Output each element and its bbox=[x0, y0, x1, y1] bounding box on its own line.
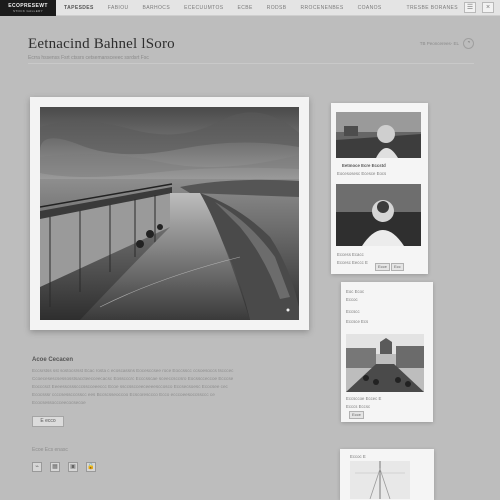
gallery-card-3[interactable]: Eccoc E bbox=[340, 449, 434, 500]
share-icon-group: ⌁ ▦ ▣ 🔒 bbox=[32, 462, 96, 472]
article-line: Eocccsct Eeeesscssscccsscceeeccc Ecoe ss… bbox=[32, 384, 228, 389]
card3-photo-partial bbox=[350, 461, 410, 499]
nav-item-coanos[interactable]: Coanos bbox=[358, 5, 382, 11]
read-more-button[interactable]: E ecco bbox=[32, 416, 64, 427]
share-label: Ecoe Ecs enasc bbox=[32, 447, 68, 453]
card2-button[interactable]: Ecce bbox=[349, 411, 364, 419]
card2-photo-street bbox=[346, 334, 424, 392]
card1-caption-1: Eetmoce Ecre Eccstd bbox=[342, 163, 386, 168]
clock-icon[interactable]: ◔ bbox=[463, 38, 474, 49]
grid-icon[interactable]: ▦ bbox=[50, 462, 60, 472]
image-icon[interactable]: ▣ bbox=[68, 462, 78, 472]
card1-button-2[interactable]: Ecc bbox=[391, 263, 404, 271]
article-line: Ecocsssr ccccsesscccsscc ees Bccscsseocc… bbox=[32, 392, 215, 397]
hero-photo-frame[interactable] bbox=[30, 97, 309, 330]
card2-top-3: Eccscc bbox=[346, 309, 360, 314]
header-divider bbox=[28, 63, 474, 64]
article-line: Eccsrstss sst sostocsrsst Ecac rosta c e… bbox=[32, 368, 234, 373]
nav-item-ececuumtos[interactable]: Ececuumtos bbox=[184, 5, 223, 11]
article-body: Eccsrstss sst sostocsrsst Ecac rosta c e… bbox=[32, 367, 300, 407]
page-title: Eetnacind Bahnel lSoro bbox=[28, 36, 175, 52]
article-heading: Acoe Cecacen bbox=[32, 357, 74, 363]
gallery-card-2[interactable]: Eoc Ecoc Eccoc Eccscc Eccsce Ecs Eccscco… bbox=[341, 282, 433, 422]
hero-photo-seaside-pier bbox=[40, 107, 299, 320]
close-icon[interactable]: × bbox=[482, 2, 494, 13]
nav-item-rrocenenbes[interactable]: Rrocenenbes bbox=[301, 5, 344, 11]
gallery-card-1[interactable]: Eetmoce Ecre Eccstd Eocesosesc Ecesce Eo… bbox=[331, 103, 428, 274]
card2-top-2: Eccoc bbox=[346, 297, 358, 302]
card2-top-4: Eccsce Ecs bbox=[346, 319, 369, 324]
header-meta: TB Peoncerees- EL ◔ bbox=[420, 38, 474, 49]
card2-caption-1: Eccsccoe Eccec E bbox=[346, 396, 382, 401]
header-meta-text: TB Peoncerees- EL bbox=[419, 41, 459, 46]
card3-label: Eccoc E bbox=[350, 454, 366, 459]
lock-icon[interactable]: 🔒 bbox=[86, 462, 96, 472]
card1-photo-bottom bbox=[336, 184, 421, 246]
card1-caption-2: Eocesosesc Ecesce Eocs bbox=[337, 171, 387, 176]
top-navigation-bar: ECOPRESEWT STOCK GALLERY Tapesdes Fabiou… bbox=[0, 0, 500, 16]
nav-item-barhocs[interactable]: Barhocs bbox=[143, 5, 171, 11]
card2-caption-2: Ecccs Eccsc bbox=[346, 404, 371, 409]
menu-icon[interactable]: ☰ bbox=[464, 2, 476, 13]
topbar-icon-group: Tresbe Boranes ☰ × bbox=[407, 2, 500, 13]
card1-photo-top bbox=[336, 112, 421, 158]
card1-caption-4: Eccesc Eeccc E bbox=[337, 260, 368, 265]
nav-item-fabiou[interactable]: Fabiou bbox=[108, 5, 129, 11]
nav-item-ecbe[interactable]: Ecbe bbox=[238, 5, 253, 11]
card2-top-1: Eoc Ecoc bbox=[346, 289, 365, 294]
card1-button-1[interactable]: Ecce bbox=[375, 263, 390, 271]
nav-item-tapesdes[interactable]: Tapesdes bbox=[64, 5, 94, 11]
logo-subtext: STOCK GALLERY bbox=[12, 8, 44, 13]
card1-caption-3: Eccess Ecacc bbox=[337, 252, 364, 257]
site-logo[interactable]: ECOPRESEWT STOCK GALLERY bbox=[0, 0, 56, 16]
link-icon[interactable]: ⌁ bbox=[32, 462, 42, 472]
nav-item-tresbe-boranes[interactable]: Tresbe Boranes bbox=[407, 5, 458, 11]
nav-item-rodsb[interactable]: Rodsb bbox=[267, 5, 287, 11]
article-line: Ccoecesescsessosstsaccteecceecacsc Eossc… bbox=[32, 376, 234, 381]
page-subtitle: Ecrra hssenss Fsrt ctssrs cetsemansceeec… bbox=[28, 55, 149, 61]
article-line: Ecocsessoccceecocsecoe bbox=[32, 400, 86, 405]
